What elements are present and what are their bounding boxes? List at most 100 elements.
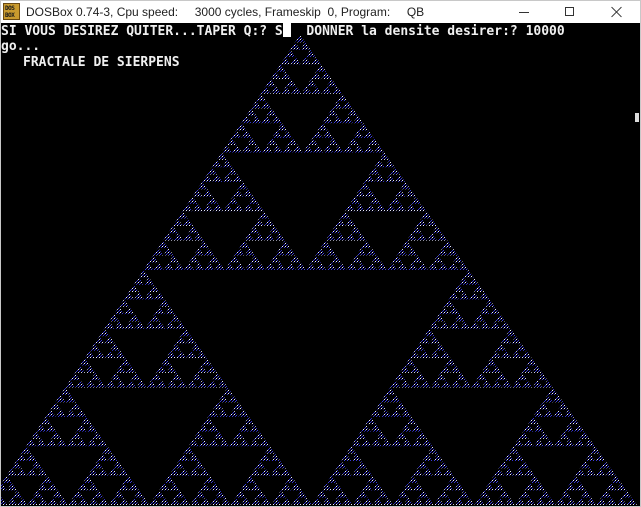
fractal-cell — [280, 468, 291, 476]
fractal-cell — [353, 130, 364, 138]
fractal-cell — [412, 438, 423, 447]
fractal-cell — [553, 409, 564, 417]
fractal-cell — [410, 196, 422, 204]
fractal-cell — [240, 497, 252, 505]
fractal-cell — [285, 247, 296, 256]
fractal-cell — [97, 468, 109, 476]
fractal-cell — [384, 159, 395, 168]
fractal-cell — [621, 490, 632, 498]
fractal-cell — [411, 424, 422, 432]
fractal-cell — [366, 262, 378, 270]
fractal-cell — [239, 438, 250, 447]
fractal-cell — [316, 262, 327, 270]
fractal-cell — [444, 299, 455, 307]
fractal-cell — [580, 460, 591, 469]
fractal-cell — [134, 292, 145, 300]
fractal-cell — [275, 247, 286, 256]
title-bar[interactable]: DOS BOX DOSBox 0.74-3, Cpu speed: 3000 c… — [1, 1, 640, 23]
fractal-cell — [589, 446, 601, 454]
fractal-cell — [272, 130, 283, 138]
fractal-cell — [430, 350, 441, 359]
fractal-cell — [180, 328, 191, 337]
fractal-cell — [526, 358, 537, 366]
fractal-cell — [514, 453, 525, 461]
fractal-cell — [166, 365, 177, 373]
fractal-cell — [243, 416, 255, 425]
fractal-cell — [192, 203, 203, 212]
fractal-cell — [196, 365, 208, 373]
fractal-cell — [542, 394, 554, 403]
fractal-cell — [409, 350, 420, 359]
fractal-cell — [47, 482, 58, 491]
fractal-cell — [55, 394, 66, 403]
fractal-cell — [277, 123, 288, 131]
fractal-cell — [261, 115, 272, 124]
fractal-cell — [504, 468, 515, 476]
fractal-cell — [200, 497, 211, 505]
fractal-cell — [415, 372, 426, 381]
fractal-cell — [149, 314, 161, 322]
fractal-cell — [46, 438, 57, 447]
fractal-cell — [47, 497, 59, 505]
fractal-cell — [504, 497, 516, 505]
fractal-cell — [491, 380, 502, 388]
fractal-cell — [87, 468, 98, 476]
fractal-cell — [281, 482, 292, 491]
fractal-cell — [287, 137, 298, 146]
fractal-cell — [156, 365, 167, 373]
fractal-cell — [271, 115, 282, 124]
fractal-cell — [470, 321, 481, 329]
fractal-cell — [533, 409, 544, 417]
fractal-cell — [330, 225, 341, 234]
fractal-cell — [267, 137, 278, 146]
fractal-cell — [453, 482, 464, 491]
fractal-cell — [212, 372, 223, 381]
fractal-cell — [533, 424, 544, 432]
fractal-cell — [391, 438, 402, 447]
fractal-cell — [326, 475, 337, 483]
fractal-cell — [222, 159, 233, 168]
fractal-cell — [422, 438, 433, 447]
fractal-cell — [187, 196, 198, 204]
fractal-cell — [529, 475, 540, 483]
fractal-cell — [177, 211, 188, 219]
fractal-cell — [575, 482, 586, 491]
fractal-cell — [522, 380, 533, 388]
fractal-cell — [282, 130, 293, 138]
fractal-cell — [401, 424, 412, 432]
fractal-cell — [427, 262, 439, 270]
fractal-cell — [479, 292, 490, 300]
dosbox-app-icon[interactable]: DOS BOX — [3, 3, 20, 20]
fractal-cell — [469, 292, 480, 300]
fractal-cell — [322, 497, 333, 505]
fractal-cell — [91, 431, 103, 439]
maximize-button[interactable] — [547, 1, 593, 23]
fractal-cell — [213, 203, 224, 212]
fractal-cell — [494, 468, 505, 476]
dos-screen[interactable]: SI VOUS DESIREZ QUITER...TAPER Q:? S DON… — [1, 23, 640, 506]
fractal-cell — [532, 365, 543, 373]
fractal-cell — [194, 460, 205, 469]
fractal-cell — [500, 336, 511, 344]
fractal-cell — [351, 453, 362, 461]
fractal-cell — [261, 497, 272, 505]
fractal-cell — [579, 431, 590, 439]
fractal-cell — [90, 372, 101, 381]
fractal-cell — [496, 372, 507, 381]
fractal-cell — [291, 482, 302, 491]
minimize-button[interactable] — [501, 1, 547, 23]
close-button[interactable] — [594, 1, 640, 23]
fractal-cell — [435, 343, 446, 351]
fractal-cell — [136, 380, 147, 388]
fractal-cell — [342, 497, 353, 505]
fractal-cell — [325, 233, 336, 241]
fractal-cell — [538, 402, 549, 410]
fractal-cell — [326, 262, 337, 270]
fractal-cell — [146, 380, 157, 388]
window-title: DOSBox 0.74-3, Cpu speed: 3000 cycles, F… — [26, 5, 425, 19]
fractal-cell — [410, 365, 421, 373]
fractal-cell — [78, 497, 89, 505]
fractal-cell — [6, 482, 18, 491]
fractal-cell — [31, 431, 42, 439]
fractal-cell — [123, 292, 135, 300]
